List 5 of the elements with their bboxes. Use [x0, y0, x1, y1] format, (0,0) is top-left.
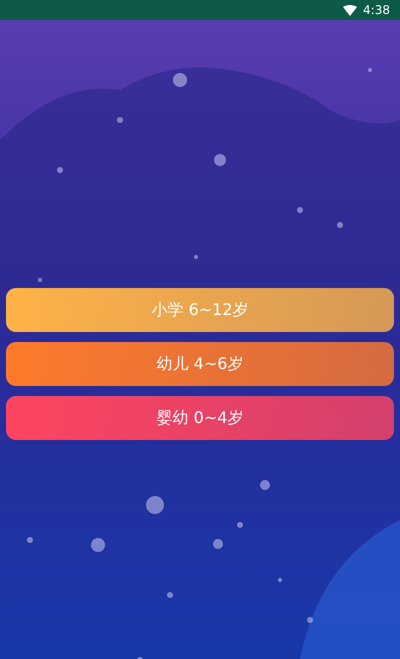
age-option-button[interactable]: 婴幼 0~4岁 [6, 396, 394, 440]
age-option-button[interactable]: 幼儿 4~6岁 [6, 342, 394, 386]
age-option-button[interactable]: 小学 6~12岁 [6, 288, 394, 332]
status-time: 4:38 [363, 3, 390, 17]
wifi-icon [343, 4, 358, 16]
